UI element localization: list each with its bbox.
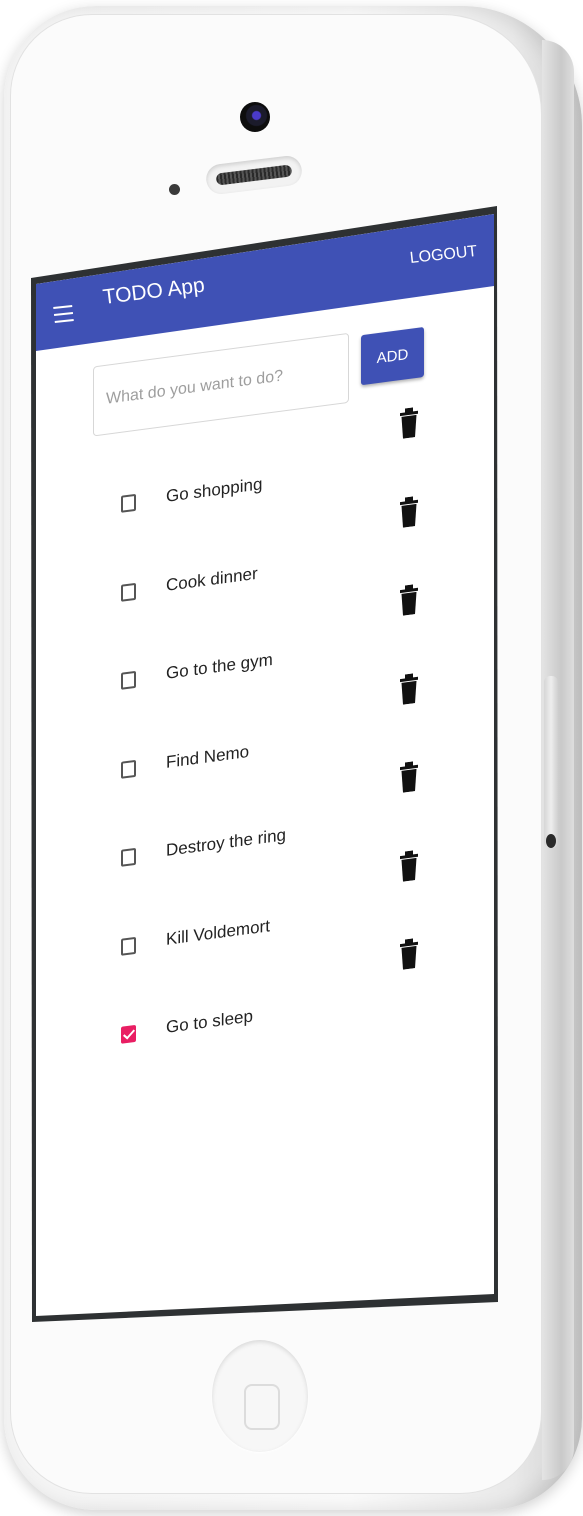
todo-text: Cook dinner	[166, 563, 258, 595]
front-camera	[240, 102, 270, 132]
phone-side-button	[544, 676, 558, 848]
trash-icon[interactable]	[400, 849, 418, 882]
trash-icon[interactable]	[400, 495, 418, 528]
todo-text: Go to the gym	[166, 649, 273, 683]
todo-text: Find Nemo	[166, 741, 250, 772]
app-screen: TODO App LOGOUT ADD Go shoppingCook dinn…	[36, 214, 494, 1316]
checkbox[interactable]	[121, 847, 136, 867]
checkbox-checked[interactable]	[121, 1024, 136, 1044]
content-area: ADD Go shopping Cook dinner Go to the gym F…	[36, 214, 494, 1316]
trash-icon[interactable]	[400, 938, 418, 970]
checkbox[interactable]	[121, 493, 136, 513]
proximity-sensor	[169, 184, 180, 195]
trash-icon[interactable]	[400, 584, 418, 616]
checkbox[interactable]	[121, 936, 136, 956]
home-button-square-icon	[244, 1384, 280, 1430]
todo-text: Go shopping	[166, 474, 263, 506]
checkbox[interactable]	[121, 670, 136, 690]
todo-text: Destroy the ring	[166, 825, 286, 860]
trash-icon[interactable]	[400, 761, 418, 793]
checkbox[interactable]	[121, 582, 136, 602]
phone-side-switch	[546, 834, 556, 848]
checkbox[interactable]	[121, 759, 136, 779]
trash-icon[interactable]	[400, 407, 418, 439]
add-button[interactable]: ADD	[361, 326, 424, 386]
trash-icon[interactable]	[400, 672, 418, 705]
todo-text: Go to sleep	[166, 1006, 253, 1037]
todo-text: Kill Voldemort	[166, 915, 270, 949]
